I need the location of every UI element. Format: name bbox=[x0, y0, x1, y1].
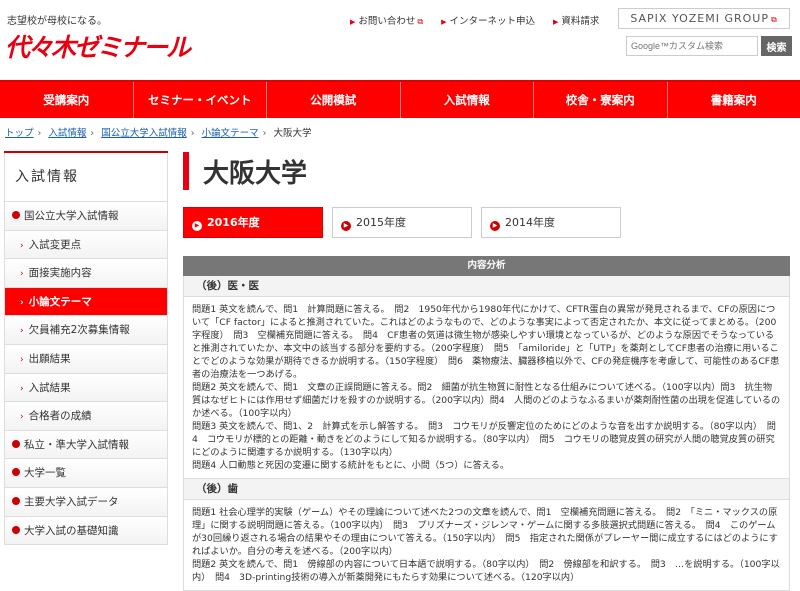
sidebar-item[interactable]: ›欠員補充2次募集情報 bbox=[4, 316, 168, 345]
chevron-right-icon: › bbox=[90, 128, 94, 139]
section-heading: （後）医・医 bbox=[183, 276, 790, 297]
play-icon: ▶ bbox=[192, 221, 202, 231]
bullet-icon bbox=[12, 211, 20, 219]
content-table: 内容分析 （後）医・医 問題1 英文を読んで、問1 計算問題に答える。 問2 1… bbox=[183, 256, 790, 591]
chevron-right-icon: › bbox=[20, 241, 24, 251]
top-links: ▶お問い合わせ⧉ ▶インターネット申込 ▶資料請求 bbox=[350, 13, 599, 27]
nav-courses[interactable]: 受講案内 bbox=[0, 82, 134, 118]
sidebar-item[interactable]: 国公立大学入試情報 bbox=[4, 202, 168, 231]
nav-schools[interactable]: 校舎・寮案内 bbox=[534, 82, 668, 118]
sidebar-item[interactable]: ›入試結果 bbox=[4, 374, 168, 403]
contact-link[interactable]: ▶お問い合わせ⧉ bbox=[350, 13, 423, 27]
breadcrumb: トップ › 入試情報 › 国公立大学入試情報 › 小論文テーマ › 大阪大学 bbox=[5, 125, 311, 139]
search-input[interactable] bbox=[626, 36, 758, 56]
nav-exam-info[interactable]: 入試情報 bbox=[401, 82, 535, 118]
sidebar-item[interactable]: 大学一覧 bbox=[4, 459, 168, 488]
main-nav: 受講案内 セミナー・イベント 公開模試 入試情報 校舎・寮案内 書籍案内 bbox=[0, 80, 800, 118]
sapix-group-link[interactable]: SAPIX YOZEMI GROUP⧉ bbox=[618, 8, 790, 29]
arrow-icon: ▶ bbox=[350, 18, 355, 26]
sidebar-item[interactable]: ›出願結果 bbox=[4, 345, 168, 374]
chevron-right-icon: › bbox=[20, 355, 24, 365]
search-button[interactable]: 検索 bbox=[761, 36, 792, 56]
chevron-right-icon: › bbox=[263, 128, 267, 139]
tab-2014[interactable]: ▶2014年度 bbox=[481, 207, 621, 238]
sidebar-item[interactable]: 主要大学入試データ bbox=[4, 488, 168, 517]
page-title: 大阪大学 bbox=[203, 153, 307, 190]
sidebar-item[interactable]: 私立・準大学入試情報 bbox=[4, 431, 168, 460]
chevron-right-icon: › bbox=[20, 269, 24, 279]
chevron-right-icon: › bbox=[38, 128, 42, 139]
breadcrumb-exam-info[interactable]: 入試情報 bbox=[48, 128, 86, 139]
chevron-right-icon: › bbox=[20, 412, 24, 422]
bullet-icon bbox=[12, 440, 20, 448]
tab-2016[interactable]: ▶2016年度 bbox=[183, 207, 323, 238]
section-heading: （後）歯 bbox=[183, 479, 790, 500]
sidebar-item-active[interactable]: ›小論文テーマ bbox=[4, 288, 168, 317]
breadcrumb-top[interactable]: トップ bbox=[5, 128, 34, 139]
breadcrumb-national[interactable]: 国公立大学入試情報 bbox=[101, 128, 187, 139]
chevron-right-icon: › bbox=[20, 298, 24, 308]
external-link-icon: ⧉ bbox=[417, 17, 423, 26]
year-tabs: ▶2016年度 ▶2015年度 ▶2014年度 bbox=[183, 207, 621, 238]
sidebar-heading: 入試情報 bbox=[4, 153, 168, 202]
bullet-icon bbox=[12, 468, 20, 476]
sidebar: 入試情報 国公立大学入試情報 ›入試変更点 ›面接実施内容 ›小論文テーマ ›欠… bbox=[4, 151, 168, 545]
tab-2015[interactable]: ▶2015年度 bbox=[332, 207, 472, 238]
bullet-icon bbox=[12, 497, 20, 505]
internet-apply-link[interactable]: ▶インターネット申込 bbox=[441, 13, 535, 27]
sidebar-item[interactable]: ›入試変更点 bbox=[4, 231, 168, 260]
sidebar-item[interactable]: 大学入試の基礎知識 bbox=[4, 517, 168, 546]
sidebar-item[interactable]: ›合格者の成績 bbox=[4, 402, 168, 431]
breadcrumb-essay[interactable]: 小論文テーマ bbox=[202, 128, 259, 139]
chevron-right-icon: › bbox=[191, 128, 195, 139]
chevron-right-icon: › bbox=[20, 384, 24, 394]
table-header: 内容分析 bbox=[183, 256, 790, 276]
sidebar-item[interactable]: ›面接実施内容 bbox=[4, 259, 168, 288]
bullet-icon bbox=[12, 526, 20, 534]
nav-mock-exams[interactable]: 公開模試 bbox=[267, 82, 401, 118]
breadcrumb-current: 大阪大学 bbox=[273, 128, 311, 139]
section-body: 問題1 英文を読んで、問1 計算問題に答える。 問2 1950年代から1980年… bbox=[183, 297, 790, 479]
arrow-icon: ▶ bbox=[441, 18, 446, 26]
section-body: 問題1 社会心理学的実験（ゲーム）やその理論について述べた2つの文章を読んで、問… bbox=[183, 500, 790, 591]
tagline: 志望校が母校になる。 bbox=[7, 12, 107, 27]
chevron-right-icon: › bbox=[20, 326, 24, 336]
search-form: 検索 bbox=[626, 36, 792, 58]
title-accent bbox=[183, 152, 189, 190]
external-link-icon: ⧉ bbox=[771, 15, 778, 24]
arrow-icon: ▶ bbox=[553, 18, 558, 26]
nav-seminar-events[interactable]: セミナー・イベント bbox=[134, 82, 268, 118]
nav-books[interactable]: 書籍案内 bbox=[668, 82, 800, 118]
play-icon: ▶ bbox=[341, 221, 351, 231]
brochure-link[interactable]: ▶資料請求 bbox=[553, 13, 599, 27]
logo[interactable]: 代々木ゼミナール bbox=[5, 28, 189, 64]
play-icon: ▶ bbox=[490, 221, 500, 231]
